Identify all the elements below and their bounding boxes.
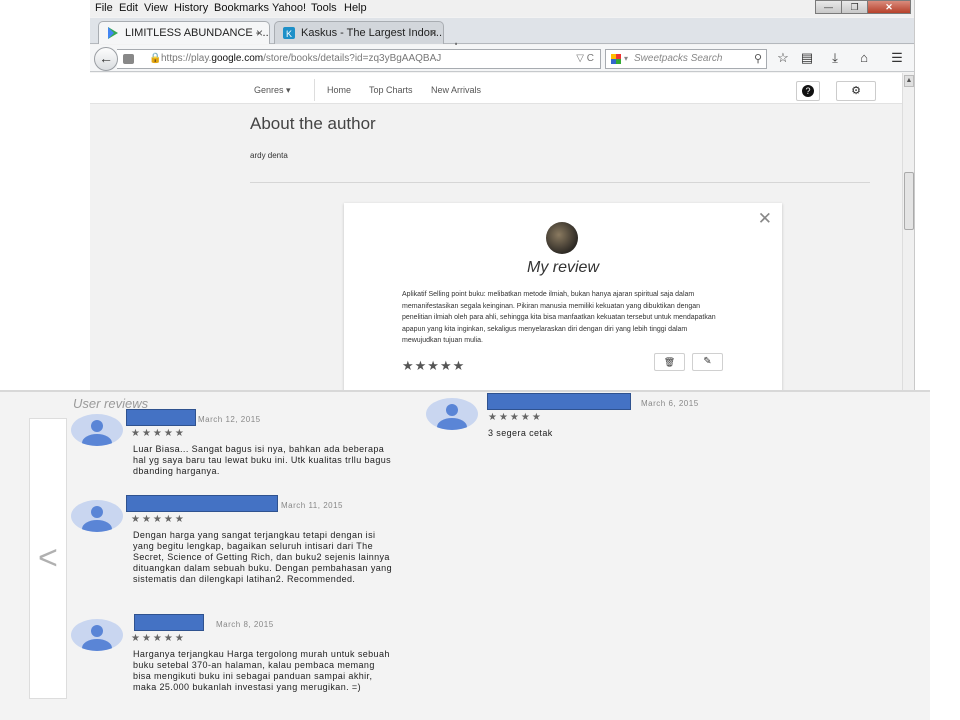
chevron-left-icon[interactable]: < bbox=[38, 541, 58, 575]
scrollbar-thumb[interactable] bbox=[904, 172, 914, 230]
search-icon[interactable]: ⚲ bbox=[754, 50, 762, 68]
review-date: March 6, 2015 bbox=[641, 399, 699, 408]
window-controls: — ❐ ✕ bbox=[815, 0, 911, 14]
menu-hamburger-icon[interactable]: ☰ bbox=[889, 50, 905, 66]
search-engine-icon[interactable] bbox=[611, 54, 621, 64]
scroll-up-icon[interactable]: ▲ bbox=[904, 75, 914, 87]
menu-bar: File Edit View History Bookmarks Yahoo! … bbox=[90, 0, 914, 17]
search-engine-dropdown-icon[interactable]: ▾ bbox=[624, 50, 628, 68]
help-button[interactable]: ? bbox=[796, 81, 820, 101]
back-arrow-icon: ← bbox=[99, 50, 113, 66]
review-date: March 11, 2015 bbox=[281, 501, 343, 510]
user-avatar-icon bbox=[71, 500, 123, 532]
menu-tools[interactable]: Tools bbox=[311, 2, 337, 14]
google-play-icon bbox=[108, 27, 118, 39]
my-review-body: Aplikatif Selling point buku: melibatkan… bbox=[402, 291, 716, 344]
menu-yahoo[interactable]: Yahoo! bbox=[272, 2, 306, 14]
review-stars: ★★★★★ bbox=[131, 633, 186, 644]
reading-list-icon[interactable]: ▤ bbox=[799, 50, 815, 66]
user-avatar-icon bbox=[71, 414, 123, 446]
kaskus-icon: K bbox=[283, 27, 295, 39]
user-reviews-section: User reviews < March 12, 2015 ★★★★★ Luar… bbox=[0, 392, 930, 720]
reload-icon[interactable]: ▽ C bbox=[576, 50, 594, 68]
book-details-content: About the author ardy denta My review Ap… bbox=[90, 104, 902, 390]
tab-close-icon[interactable]: × bbox=[430, 22, 437, 44]
nav-new-arrivals[interactable]: New Arrivals bbox=[431, 85, 481, 95]
review-text: Dengan harga yang sangat terjangkau teta… bbox=[133, 530, 392, 584]
user-avatar-icon bbox=[426, 398, 478, 430]
close-window-button[interactable]: ✕ bbox=[867, 0, 911, 14]
play-store-nav: Genres ▾ Home Top Charts New Arrivals ? … bbox=[90, 73, 902, 104]
vertical-scrollbar[interactable]: ▲ bbox=[902, 73, 914, 390]
trash-icon: 🗑 bbox=[663, 357, 676, 367]
menu-history[interactable]: History bbox=[174, 2, 208, 14]
my-review-card: My review Aplikatif Selling point buku: … bbox=[344, 203, 782, 390]
address-url: https://play.google.com/store/books/deta… bbox=[161, 53, 442, 64]
back-button[interactable]: ← bbox=[94, 47, 118, 71]
menu-edit[interactable]: Edit bbox=[119, 2, 138, 14]
review-text: 3 segera cetak bbox=[488, 428, 553, 438]
home-icon[interactable]: ⌂ bbox=[856, 50, 872, 66]
my-review-stars: ★★★★★ bbox=[402, 358, 466, 373]
user-avatar-icon bbox=[71, 619, 123, 651]
review-text: Harganya terjangkau Harga tergolong mura… bbox=[133, 649, 390, 692]
tab-limitless-abundance[interactable]: LIMITLESS ABUNDANCE - ... × bbox=[98, 21, 270, 44]
review-date: March 12, 2015 bbox=[198, 415, 261, 424]
tab-strip: LIMITLESS ABUNDANCE - ... × K Kaskus - T… bbox=[90, 18, 914, 56]
my-review-title: My review bbox=[526, 259, 599, 276]
review-date: March 8, 2015 bbox=[216, 620, 274, 629]
about-author-heading: About the author bbox=[250, 114, 376, 133]
settings-icon: ⚙ bbox=[851, 85, 861, 97]
pencil-icon: ✎ bbox=[703, 356, 712, 367]
chevron-down-icon: ▾ bbox=[286, 85, 291, 95]
nav-home[interactable]: Home bbox=[327, 85, 351, 95]
review-stars: ★★★★★ bbox=[131, 514, 186, 525]
author-name[interactable]: ardy denta bbox=[250, 151, 288, 160]
help-icon: ? bbox=[802, 85, 814, 97]
redacted-reviewer-name bbox=[126, 409, 196, 426]
nav-divider bbox=[314, 79, 315, 101]
tab-kaskus[interactable]: K Kaskus - The Largest Indon... × bbox=[274, 21, 444, 44]
reviewer-avatar bbox=[546, 222, 578, 254]
browser-window: File Edit View History Bookmarks Yahoo! … bbox=[90, 0, 915, 390]
settings-button[interactable]: ⚙ bbox=[836, 81, 876, 101]
menu-file[interactable]: File bbox=[95, 2, 113, 14]
address-bar[interactable]: 🔒 https://play.google.com/store/books/de… bbox=[117, 49, 601, 69]
navigation-toolbar: 🔒 https://play.google.com/store/books/de… bbox=[90, 45, 914, 72]
download-icon[interactable]: ⤓ bbox=[827, 50, 843, 66]
lock-icon: 🔒 bbox=[149, 53, 162, 64]
tab-title: LIMITLESS ABUNDANCE - ... bbox=[125, 27, 270, 39]
restore-button[interactable]: ❐ bbox=[841, 0, 868, 14]
redacted-reviewer-name bbox=[487, 393, 631, 410]
nav-top-charts[interactable]: Top Charts bbox=[369, 85, 413, 95]
redacted-reviewer-name bbox=[134, 614, 204, 631]
site-identity-icon[interactable] bbox=[123, 54, 134, 64]
delete-review-button[interactable]: 🗑 bbox=[654, 353, 685, 371]
screenshot-composite: File Edit View History Bookmarks Yahoo! … bbox=[0, 0, 960, 720]
svg-text:K: K bbox=[286, 29, 292, 39]
search-input[interactable]: ▾ Sweetpacks Search ⚲ bbox=[605, 49, 767, 69]
menu-bookmarks[interactable]: Bookmarks bbox=[214, 2, 269, 14]
review-text: Luar Biasa... Sangat bagus isi nya, bahk… bbox=[133, 444, 392, 476]
minimize-button[interactable]: — bbox=[815, 0, 842, 14]
search-placeholder: Sweetpacks Search bbox=[634, 53, 723, 64]
tab-close-icon[interactable]: × bbox=[256, 22, 263, 44]
menu-view[interactable]: View bbox=[144, 2, 168, 14]
menu-help[interactable]: Help bbox=[344, 2, 367, 14]
redacted-reviewer-name bbox=[126, 495, 278, 512]
reviews-prev-panel[interactable]: < bbox=[29, 418, 67, 699]
close-icon[interactable]: ✕ bbox=[758, 209, 772, 229]
review-stars: ★★★★★ bbox=[131, 428, 186, 439]
tab-title: Kaskus - The Largest Indon... bbox=[301, 27, 444, 39]
genres-dropdown[interactable]: Genres ▾ bbox=[254, 85, 291, 96]
section-divider bbox=[250, 182, 870, 183]
review-stars: ★★★★★ bbox=[488, 412, 543, 423]
bookmark-star-icon[interactable]: ☆ bbox=[775, 50, 791, 66]
edit-review-button[interactable]: ✎ bbox=[692, 353, 723, 371]
